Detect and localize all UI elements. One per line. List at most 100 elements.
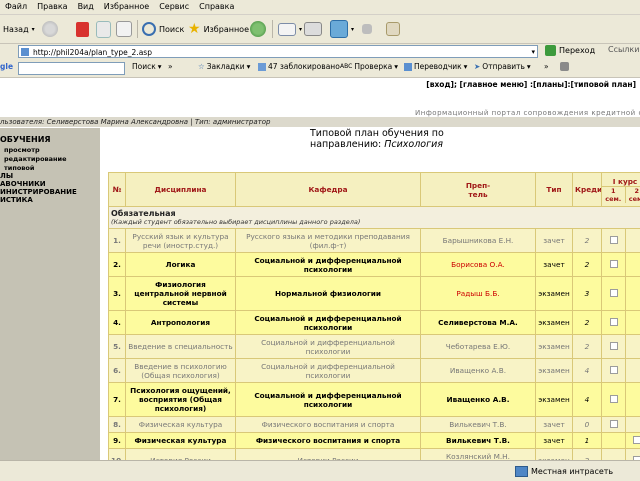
- bookmarks-button[interactable]: ☆Закладки▾: [198, 62, 250, 71]
- menu-help[interactable]: Справка: [194, 0, 239, 11]
- wrench-icon: [560, 62, 569, 71]
- spellcheck-icon: ABC: [340, 63, 352, 70]
- messenger-button[interactable]: ▾: [330, 19, 354, 39]
- col-teacher-line2: тель: [468, 190, 487, 199]
- mail-button[interactable]: ▾: [278, 19, 302, 39]
- row-type: экзамен: [536, 359, 573, 383]
- row-type: экзамен: [536, 335, 573, 359]
- sem2-label: 2 сем.: [626, 187, 640, 203]
- sidebar-item-plans[interactable]: ЛЫ: [0, 172, 13, 180]
- sem1-checkbox[interactable]: [610, 318, 618, 326]
- row-sem1-checkbox-cell: [602, 359, 626, 383]
- address-input[interactable]: http://phil204a/plan_type_2.asp ▾: [18, 45, 538, 58]
- print-button[interactable]: [304, 19, 322, 39]
- google-search-button[interactable]: Поиск▾: [132, 62, 162, 71]
- go-button[interactable]: Переход: [545, 45, 595, 56]
- menu-tools[interactable]: Сервис: [154, 0, 194, 11]
- send-button[interactable]: ➤Отправить▾: [474, 62, 531, 71]
- translate-button[interactable]: Переводчик▾: [404, 62, 467, 71]
- sem2-checkbox[interactable]: [633, 436, 640, 444]
- row-discipline[interactable]: Физическая культура: [126, 433, 236, 449]
- security-zone: Местная интрасеть: [515, 464, 613, 478]
- row-teacher: Вилькевич Т.В.: [421, 433, 536, 449]
- row-discipline[interactable]: Введение в психологию (Общая психология): [126, 359, 236, 383]
- table-row[interactable]: 6. Введение в психологию (Общая психолог…: [109, 359, 640, 383]
- menu-favorites[interactable]: Избранное: [99, 0, 154, 11]
- col-course: I курс 1 сем. 2 сем.: [602, 173, 640, 207]
- row-teacher: Борисова О.А.: [421, 253, 536, 277]
- table-row[interactable]: 5. Введение в специальность Социальной и…: [109, 335, 640, 359]
- sem1-checkbox[interactable]: [610, 236, 618, 244]
- translate-icon: [404, 63, 412, 71]
- row-number: 7.: [109, 383, 126, 417]
- menu-file[interactable]: Файл: [0, 0, 32, 11]
- links-button[interactable]: Ссылки: [608, 45, 639, 54]
- row-dept: Социальной и дифференциальной психологии: [236, 311, 421, 335]
- stop-button[interactable]: [76, 19, 89, 39]
- edit-button[interactable]: [362, 19, 372, 39]
- refresh-button[interactable]: [96, 19, 111, 39]
- sidebar-item-statistics[interactable]: ИСТИКА: [0, 196, 33, 204]
- row-sem2-cell: [626, 229, 640, 253]
- col-dept: Кафедра: [236, 173, 421, 207]
- table-row[interactable]: 8. Физическая культура Физического воспи…: [109, 417, 640, 433]
- row-discipline[interactable]: Физическая культура: [126, 417, 236, 433]
- sem1-checkbox[interactable]: [610, 420, 618, 428]
- row-sem1-checkbox-cell: [602, 311, 626, 335]
- sem1-checkbox[interactable]: [610, 289, 618, 297]
- sem1-label: 1 сем.: [602, 187, 626, 203]
- row-discipline[interactable]: История России: [126, 449, 236, 461]
- sidebar-item-admin[interactable]: ИНИСТРИРОВАНИЕ: [0, 188, 77, 196]
- row-discipline[interactable]: Логика: [126, 253, 236, 277]
- search-button[interactable]: Поиск: [142, 19, 184, 39]
- menu-view[interactable]: Вид: [73, 0, 99, 11]
- table-row[interactable]: 2. Логика Социальной и дифференциальной …: [109, 253, 640, 277]
- menu-edit[interactable]: Правка: [32, 0, 72, 11]
- google-search-input[interactable]: [18, 62, 125, 75]
- more-button[interactable]: »: [544, 62, 549, 71]
- table-row[interactable]: 4. Антропология Социальной и дифференциа…: [109, 311, 640, 335]
- sem1-checkbox[interactable]: [610, 342, 618, 350]
- chevron-down-icon: ▾: [527, 62, 531, 71]
- sidebar-item-edit[interactable]: редактирование: [4, 155, 67, 163]
- row-sem2-cell: [626, 311, 640, 335]
- table-row[interactable]: 9. Физическая культура Физического воспи…: [109, 433, 640, 449]
- forward-button[interactable]: [42, 19, 58, 39]
- course-label: I курс: [602, 177, 640, 187]
- home-button[interactable]: [116, 19, 132, 39]
- history-button[interactable]: [250, 19, 266, 39]
- sem1-checkbox[interactable]: [610, 395, 618, 403]
- popup-blocker-button[interactable]: 47 заблокировано: [258, 62, 340, 71]
- table-row[interactable]: 10. История России Истории России Козлян…: [109, 449, 640, 461]
- row-number: 4.: [109, 311, 126, 335]
- chevron-down-icon[interactable]: ▾: [531, 46, 535, 59]
- row-discipline[interactable]: Психология ощущений, восприятия (Общая п…: [126, 383, 236, 417]
- sidebar-item-directories[interactable]: АВОЧНИКИ: [0, 180, 46, 188]
- sidebar-item-view[interactable]: просмотр: [4, 146, 40, 154]
- row-sem2-cell: [626, 277, 640, 311]
- table-row[interactable]: 7. Психология ощущений, восприятия (Обща…: [109, 383, 640, 417]
- sem1-checkbox[interactable]: [610, 366, 618, 374]
- row-sem2-cell: [626, 335, 640, 359]
- send-icon: ➤: [474, 62, 480, 71]
- row-discipline[interactable]: Введение в специальность: [126, 335, 236, 359]
- tool-button[interactable]: [386, 19, 400, 39]
- table-row[interactable]: 1. Русский язык и культура речи (иностр.…: [109, 229, 640, 253]
- row-discipline[interactable]: Антропология: [126, 311, 236, 335]
- search-label: Поиск: [159, 25, 184, 34]
- sidebar-item-typical[interactable]: типовой: [4, 164, 34, 172]
- row-credits: 2: [573, 253, 602, 277]
- favorites-button[interactable]: ★ Избранное: [188, 19, 249, 39]
- sem1-checkbox[interactable]: [610, 260, 618, 268]
- table-row[interactable]: 3. Физиология центральной нервной систем…: [109, 277, 640, 311]
- sidebar-item-education[interactable]: ОБУЧЕНИЯ: [0, 135, 51, 144]
- settings-button[interactable]: [560, 62, 569, 71]
- row-discipline[interactable]: Русский язык и культура речи (иностр.сту…: [126, 229, 236, 253]
- spellcheck-button[interactable]: ABCПроверка▾: [340, 62, 398, 71]
- section-note: (Каждый студент обязательно выбирает дис…: [111, 218, 640, 226]
- nav-links[interactable]: [вход]; [главное меню] :[планы]:[типовой…: [426, 80, 636, 89]
- row-discipline[interactable]: Физиология центральной нервной системы: [126, 277, 236, 311]
- back-button[interactable]: Назад ▾: [0, 19, 35, 39]
- intranet-icon: [515, 466, 528, 477]
- google-extra-button[interactable]: »: [168, 62, 173, 71]
